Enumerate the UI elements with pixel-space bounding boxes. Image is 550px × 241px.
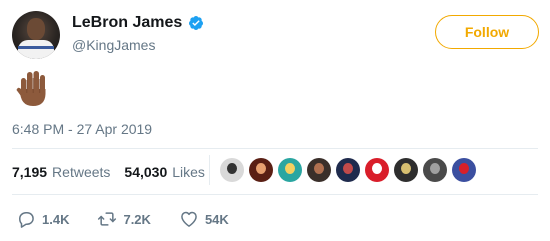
liker-avatar-2[interactable]	[249, 158, 273, 182]
divider-bottom	[12, 194, 538, 195]
tweet-card: LeBron James @KingJames Follow 6:48 PM -…	[0, 0, 550, 241]
retweet-icon	[98, 212, 117, 226]
verified-badge-icon	[189, 16, 204, 30]
liker-face	[430, 163, 440, 174]
reply-button[interactable]: 1.4K	[16, 209, 69, 229]
retweet-count: 7.2K	[123, 211, 151, 227]
raised-hand-emoji-icon	[16, 71, 46, 106]
author-avatar[interactable]	[12, 11, 60, 59]
likes-count: 54,030	[124, 164, 168, 180]
liker-avatar-6[interactable]	[365, 158, 389, 182]
liker-avatar-5[interactable]	[336, 158, 360, 182]
author-name[interactable]: LeBron James	[72, 14, 182, 32]
retweet-button[interactable]: 7.2K	[97, 209, 151, 229]
author-handle[interactable]: @KingJames	[72, 37, 155, 53]
retweets-stat[interactable]: 7,195 Retweets	[12, 164, 110, 180]
liker-avatars	[220, 158, 481, 182]
liker-face	[227, 163, 237, 174]
liker-avatar-9[interactable]	[452, 158, 476, 182]
tweet-actions: 1.4K 7.2K 54K	[16, 209, 257, 229]
follow-button[interactable]: Follow	[435, 15, 539, 49]
avatar-head	[27, 18, 45, 40]
liker-face	[372, 163, 382, 174]
like-count: 54K	[204, 211, 229, 227]
author-name-row: LeBron James	[72, 14, 204, 32]
likes-label: Likes	[172, 164, 205, 180]
stats-divider	[209, 155, 210, 185]
reply-count: 1.4K	[42, 211, 70, 227]
reply-icon	[19, 212, 34, 228]
divider-top	[12, 148, 538, 149]
like-button[interactable]: 54K	[179, 209, 229, 229]
liker-avatar-4[interactable]	[307, 158, 331, 182]
liker-face	[285, 163, 295, 174]
likes-stat[interactable]: 54,030 Likes	[124, 164, 205, 180]
avatar-jersey	[18, 40, 54, 59]
liker-face	[459, 163, 469, 174]
tweet-timestamp[interactable]: 6:48 PM - 27 Apr 2019	[12, 121, 152, 137]
engagement-stats: 7,195 Retweets 54,030 Likes	[12, 164, 219, 180]
liker-face	[401, 163, 411, 174]
liker-avatar-7[interactable]	[394, 158, 418, 182]
retweets-count: 7,195	[12, 164, 48, 180]
heart-icon	[181, 211, 197, 227]
avatar-jersey-stripe	[18, 46, 54, 49]
liker-avatar-1[interactable]	[220, 158, 244, 182]
liker-face	[256, 163, 266, 174]
liker-avatar-8[interactable]	[423, 158, 447, 182]
liker-face	[314, 163, 324, 174]
retweets-label: Retweets	[52, 164, 111, 180]
liker-avatar-3[interactable]	[278, 158, 302, 182]
liker-face	[343, 163, 353, 174]
